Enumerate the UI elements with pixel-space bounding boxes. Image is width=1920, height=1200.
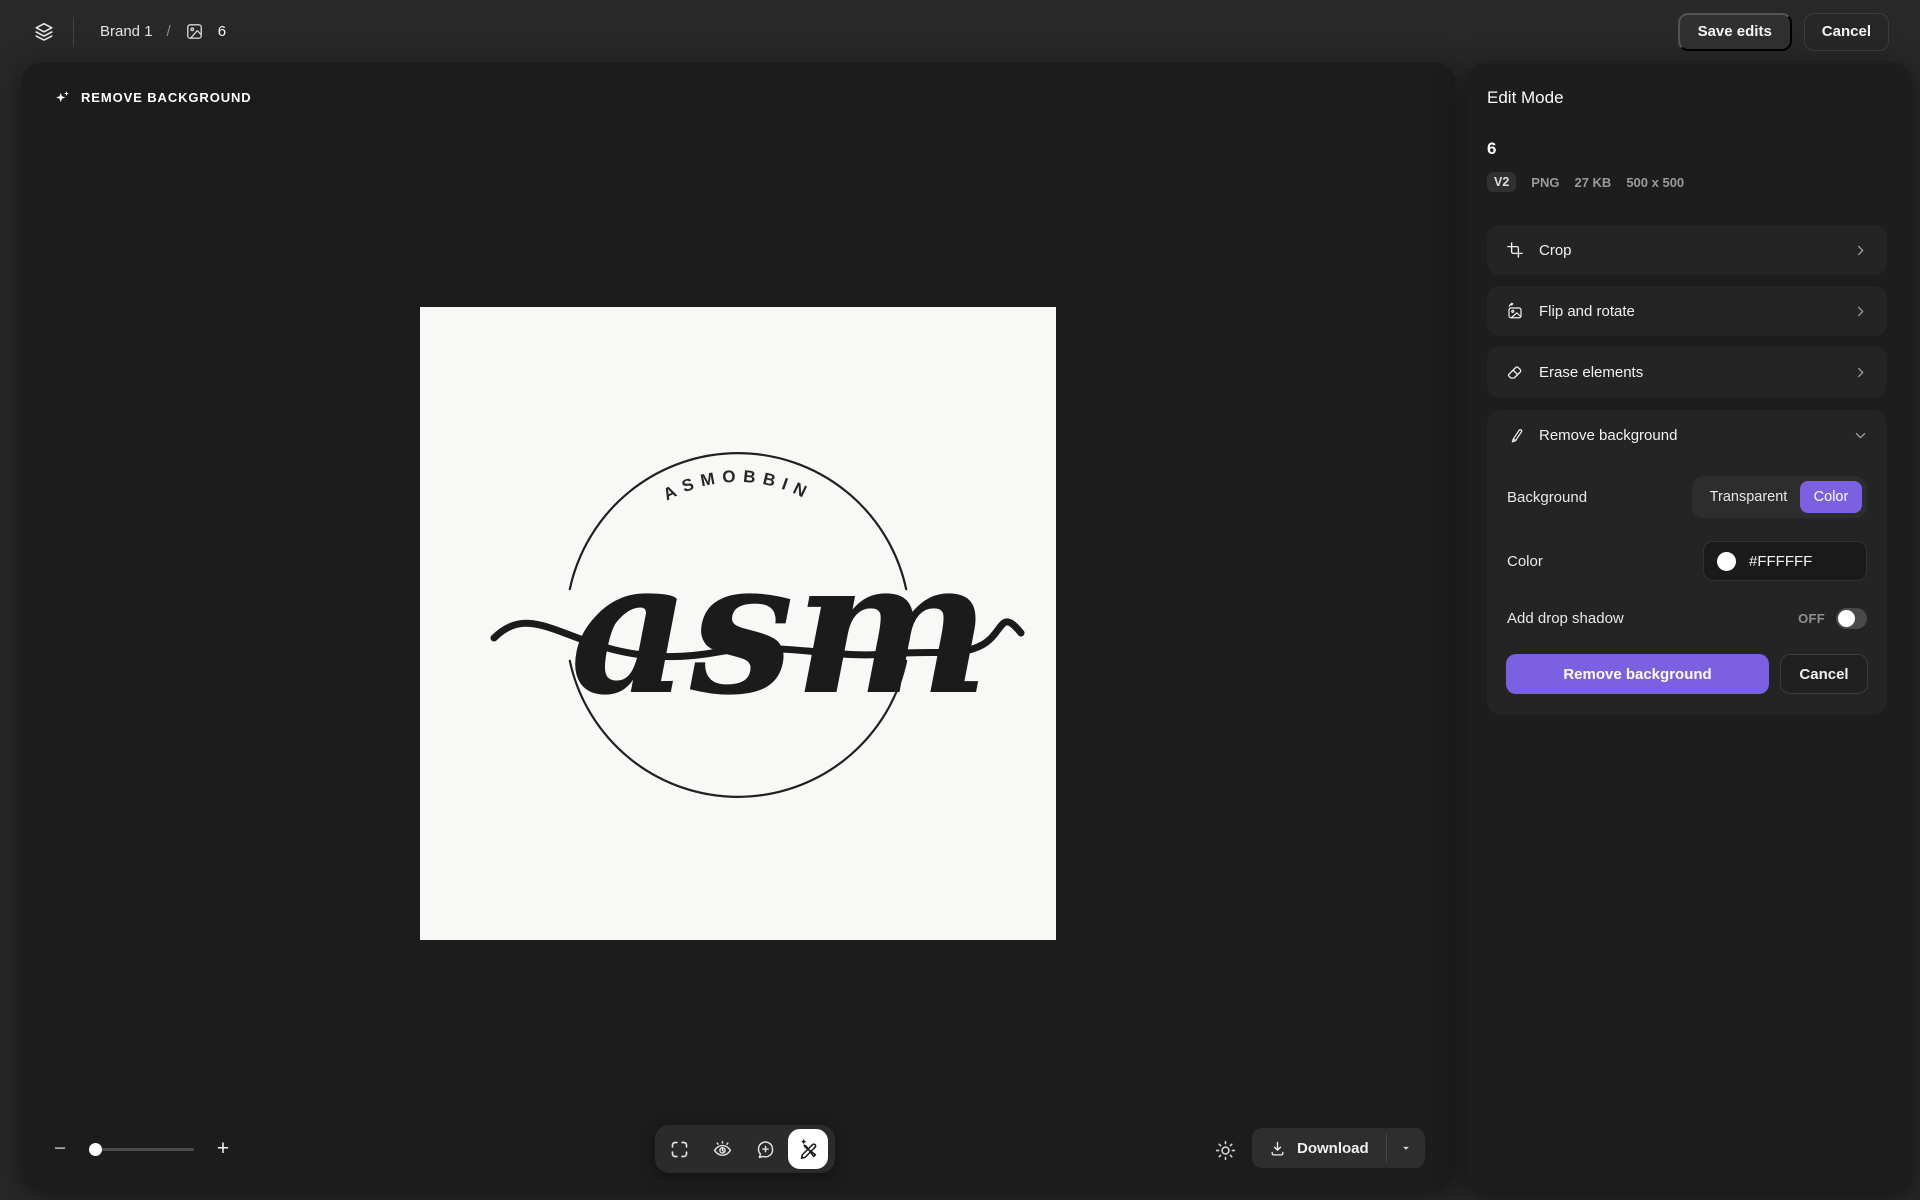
background-option-transparent[interactable]: Transparent [1697, 481, 1800, 513]
breadcrumb: Brand 1 / 6 [100, 22, 226, 41]
eye-history-icon [713, 1140, 731, 1156]
asset-dimensions: 500 x 500 [1626, 174, 1685, 190]
erase-elements-label: Erase elements [1539, 363, 1644, 381]
app-logo-layers-icon[interactable] [33, 21, 55, 43]
canvas-toolbar [655, 1125, 835, 1173]
version-badge: V2 [1487, 172, 1517, 192]
asset-filesize: 27 KB [1574, 174, 1612, 190]
asset-format: PNG [1531, 174, 1560, 190]
download-button[interactable]: Download [1252, 1128, 1386, 1168]
drop-shadow-state: OFF [1798, 611, 1825, 626]
comment-plus-icon [757, 1140, 773, 1158]
background-segmented-control: Transparent Color [1692, 476, 1867, 518]
image-icon [185, 22, 204, 41]
chevron-right-icon [1857, 245, 1864, 255]
add-comment-button[interactable] [745, 1129, 785, 1169]
download-options-button[interactable] [1387, 1128, 1425, 1168]
breadcrumb-asset[interactable]: 6 [218, 23, 226, 40]
eraser-icon [1507, 366, 1522, 379]
topbar-cancel-button[interactable]: Cancel [1803, 12, 1889, 51]
drop-shadow-toggle[interactable] [1836, 608, 1867, 629]
edit-mode-indicator: REMOVE BACKGROUND [54, 89, 252, 106]
zoom-slider-knob[interactable] [89, 1143, 102, 1156]
top-bar: Brand 1 / 6 Save edits Cancel [0, 0, 1920, 63]
download-label: Download [1297, 1139, 1369, 1157]
zoom-slider-track[interactable] [90, 1148, 194, 1151]
tool-card-erase: Erase elements [1487, 347, 1887, 397]
chevron-right-icon [1857, 367, 1864, 377]
breadcrumb-brand[interactable]: Brand 1 [100, 23, 153, 40]
magic-pen-icon [1511, 429, 1523, 443]
fit-view-button[interactable] [659, 1129, 699, 1169]
logo-script-text: asm [570, 518, 990, 736]
asset-meta-row: V2 PNG 27 KB 500 x 500 [1487, 172, 1887, 192]
topbar-divider [73, 16, 74, 47]
crop-row[interactable]: Crop [1487, 225, 1887, 275]
download-split-button: Download [1252, 1128, 1425, 1168]
background-label: Background [1507, 488, 1588, 506]
zoom-in-button[interactable]: + [210, 1136, 236, 1162]
canvas-panel: REMOVE BACKGROUND ASMOBBIN asm − + Downl… [22, 63, 1455, 1188]
color-swatch[interactable] [1717, 551, 1736, 571]
chevron-down-icon [1855, 432, 1866, 438]
remove-background-section: Remove background Background Transparent… [1487, 410, 1887, 715]
apply-remove-background-button[interactable]: Remove background [1506, 654, 1769, 694]
edit-mode-panel: Edit Mode 6 V2 PNG 27 KB 500 x 500 Crop [1467, 63, 1912, 1192]
caret-down-icon [1402, 1146, 1409, 1150]
drop-shadow-label: Add drop shadow [1507, 610, 1624, 627]
breadcrumb-separator: / [166, 23, 171, 40]
flip-rotate-icon [1508, 302, 1522, 319]
drop-shadow-row: Add drop shadow OFF [1487, 608, 1887, 629]
fit-view-icon [671, 1141, 687, 1157]
color-picker-input[interactable]: #FFFFFF [1703, 541, 1867, 581]
crop-label: Crop [1539, 241, 1572, 259]
sun-icon [1215, 1140, 1235, 1160]
tool-card-crop: Crop [1487, 225, 1887, 275]
color-row: Color #FFFFFF [1487, 541, 1887, 581]
save-edits-button[interactable]: Save edits [1677, 12, 1792, 51]
zoom-out-button[interactable]: − [47, 1136, 73, 1162]
remove-background-title: Remove background [1539, 426, 1678, 444]
background-row: Background Transparent Color [1487, 476, 1887, 518]
erase-elements-row[interactable]: Erase elements [1487, 347, 1887, 397]
tool-card-list: Crop Flip and rotate Erase elements Remo… [1487, 225, 1887, 715]
tool-card-flip-rotate: Flip and rotate [1487, 286, 1887, 336]
magic-edit-icon [800, 1139, 816, 1159]
magic-edit-button[interactable] [788, 1129, 828, 1169]
background-option-color[interactable]: Color [1800, 481, 1862, 513]
crop-icon [1507, 242, 1523, 258]
logo-artwork[interactable]: ASMOBBIN asm [420, 307, 1056, 940]
flip-rotate-row[interactable]: Flip and rotate [1487, 286, 1887, 336]
color-hex-value: #FFFFFF [1749, 552, 1813, 570]
preview-original-button[interactable] [702, 1129, 742, 1169]
chevron-right-icon [1857, 306, 1864, 316]
remove-background-cancel-button[interactable]: Cancel [1780, 654, 1868, 694]
sparkle-icon [56, 91, 69, 103]
asset-name: 6 [1487, 139, 1497, 158]
remove-background-header[interactable]: Remove background [1487, 410, 1887, 460]
panel-title: Edit Mode [1487, 88, 1564, 107]
brightness-button[interactable] [1212, 1137, 1238, 1163]
flip-rotate-label: Flip and rotate [1539, 302, 1635, 320]
download-icon [1271, 1141, 1284, 1156]
toggle-knob [1838, 610, 1855, 627]
color-label: Color [1507, 552, 1543, 570]
remove-background-actions: Remove background Cancel [1487, 654, 1887, 694]
mode-label-text: REMOVE BACKGROUND [81, 90, 252, 105]
